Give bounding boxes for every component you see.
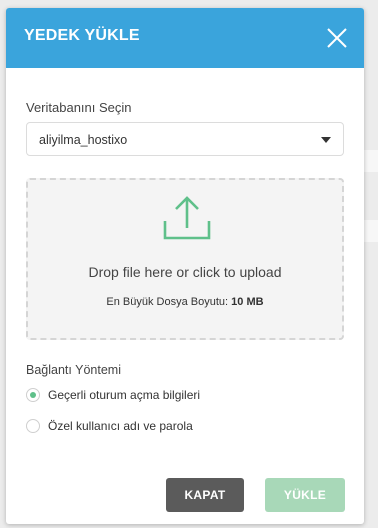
connection-method-label: Bağlantı Yöntemi bbox=[26, 363, 121, 377]
max-size-value: 10 MB bbox=[231, 296, 264, 308]
close-button[interactable]: KAPAT bbox=[166, 478, 244, 512]
database-label: Veritabanını Seçin bbox=[26, 100, 132, 115]
file-dropzone[interactable]: Drop file here or click to upload En Büy… bbox=[26, 178, 344, 340]
radio-button[interactable] bbox=[26, 419, 40, 433]
max-size-label: En Büyük Dosya Boyutu: bbox=[106, 296, 229, 308]
radio-label: Özel kullanıcı adı ve parola bbox=[48, 419, 193, 433]
upload-backup-dialog: YEDEK YÜKLE Veritabanını Seçin aliyilma_… bbox=[6, 8, 364, 524]
database-select-value: aliyilma_hostixo bbox=[39, 133, 128, 147]
radio-button-checked[interactable] bbox=[26, 388, 40, 402]
background-strip bbox=[364, 150, 378, 172]
upload-icon bbox=[162, 192, 212, 247]
dropzone-text: Drop file here or click to upload bbox=[88, 264, 282, 280]
database-select[interactable]: aliyilma_hostixo bbox=[26, 122, 344, 156]
dialog-header: YEDEK YÜKLE bbox=[6, 8, 364, 68]
close-icon[interactable] bbox=[324, 25, 350, 51]
caret-down-icon bbox=[321, 137, 331, 143]
radio-label: Geçerli oturum açma bilgileri bbox=[48, 388, 201, 402]
max-file-size: En Büyük Dosya Boyutu: 10 MB bbox=[28, 296, 342, 308]
upload-button[interactable]: YÜKLE bbox=[265, 478, 345, 512]
dialog-title: YEDEK YÜKLE bbox=[24, 27, 140, 44]
background-strip bbox=[364, 220, 378, 242]
